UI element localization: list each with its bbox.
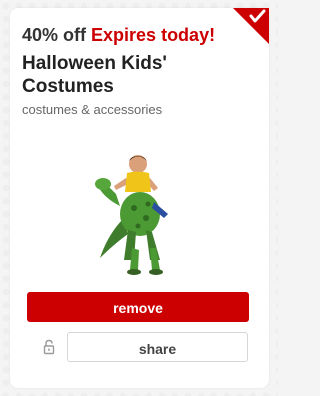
share-button[interactable]: share bbox=[67, 332, 248, 362]
lock-icon[interactable] bbox=[42, 339, 56, 355]
discount-label: 40% off bbox=[22, 25, 87, 45]
offer-card: 40% off Expires today! Halloween Kids' C… bbox=[10, 8, 269, 388]
product-title: Halloween Kids' Costumes bbox=[22, 53, 167, 97]
product-category: costumes & accessories bbox=[22, 102, 163, 117]
offer-text: 40% off Expires today! bbox=[22, 25, 215, 46]
child-dinosaur-costume-image bbox=[95, 155, 168, 275]
expiry-label: Expires today! bbox=[91, 25, 216, 45]
checkmark-corner-icon[interactable] bbox=[233, 8, 269, 44]
remove-button[interactable]: remove bbox=[27, 292, 249, 322]
